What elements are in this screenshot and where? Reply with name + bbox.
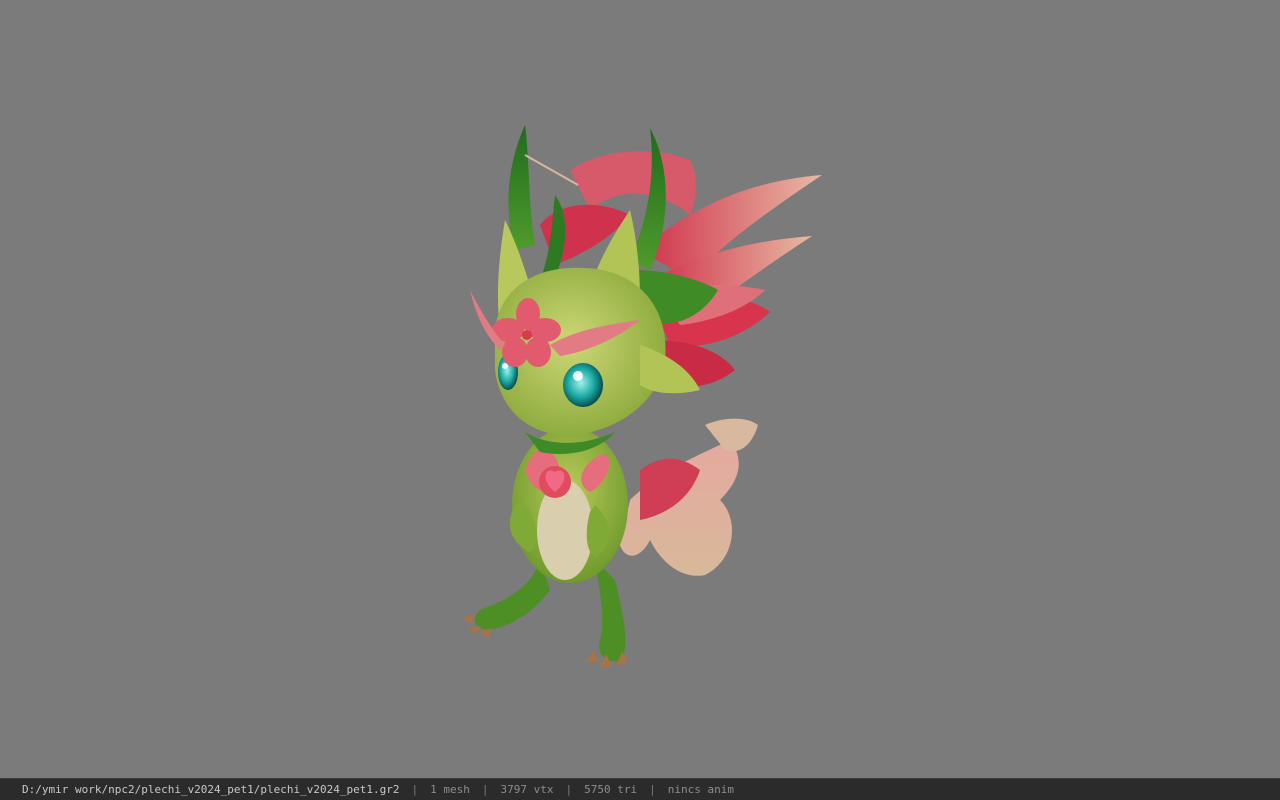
3d-viewport[interactable] bbox=[0, 0, 1280, 778]
tail-tip bbox=[705, 418, 758, 452]
separator: | bbox=[649, 783, 656, 796]
separator: | bbox=[565, 783, 573, 796]
triangle-count: 5750 tri bbox=[584, 783, 638, 796]
status-bar: D:/ymir work/npc2/plechi_v2024_pet1/plec… bbox=[0, 778, 1280, 800]
animation-status: nincs anim bbox=[667, 783, 734, 796]
mesh-count: 1 mesh bbox=[430, 783, 470, 796]
dragon-pet-model bbox=[462, 125, 822, 668]
file-path: D:/ymir work/npc2/plechi_v2024_pet1/plec… bbox=[22, 783, 400, 796]
separator: | bbox=[411, 783, 419, 796]
belly bbox=[537, 480, 593, 580]
head-leaf bbox=[508, 125, 535, 250]
right-eye bbox=[563, 363, 603, 407]
separator: | bbox=[481, 783, 489, 796]
vertex-count: 3797 vtx bbox=[500, 783, 554, 796]
right-leg bbox=[595, 560, 626, 662]
